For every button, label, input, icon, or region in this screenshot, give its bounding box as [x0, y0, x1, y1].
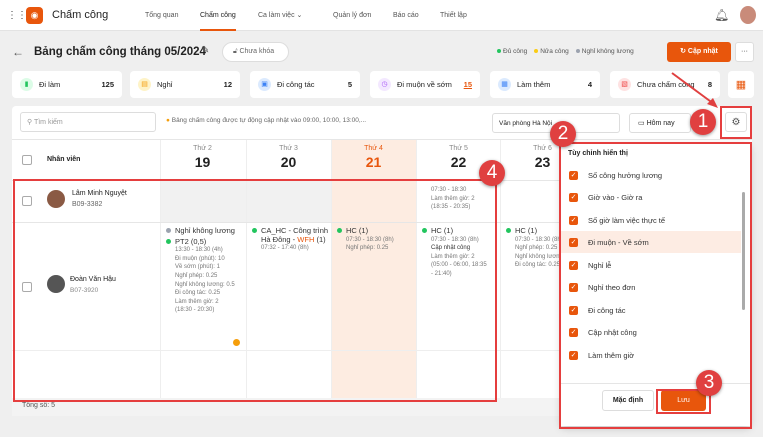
annotation-badge-3: 3 — [696, 370, 722, 396]
annotation-arrow — [671, 72, 718, 108]
annotation-badge-4: 4 — [479, 160, 505, 186]
annotation-badge-1: 1 — [690, 109, 716, 135]
annotation-badge-2: 2 — [550, 121, 576, 147]
